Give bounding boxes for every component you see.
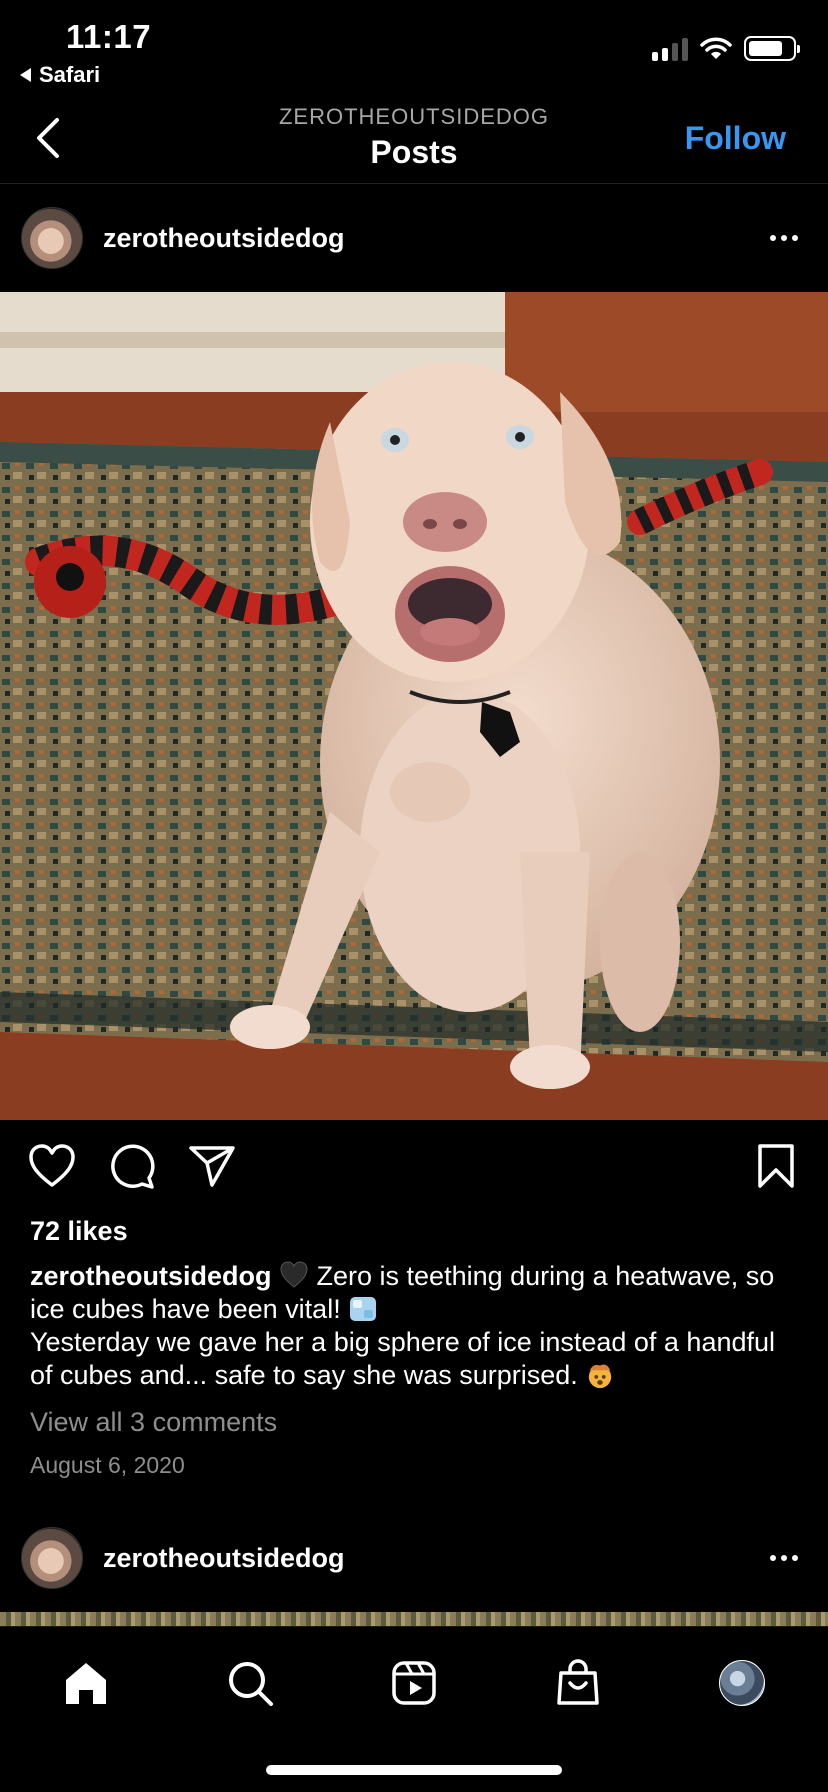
profile-icon (719, 1660, 765, 1706)
home-icon (66, 1663, 106, 1704)
avatar[interactable] (21, 1527, 83, 1589)
comment-button[interactable] (106, 1140, 158, 1192)
heart-icon (29, 1144, 75, 1187)
status-icons (652, 36, 800, 61)
status-bar: 11:17 Safari (0, 0, 828, 92)
more-options-icon[interactable] (770, 235, 798, 241)
more-options-icon[interactable] (770, 1555, 798, 1561)
back-to-safari-link[interactable]: Safari (20, 62, 100, 88)
post-date: August 6, 2020 (30, 1452, 185, 1478)
exploding-head-icon (589, 1364, 612, 1389)
avatar[interactable] (21, 207, 83, 269)
back-app-label: Safari (39, 62, 101, 87)
view-comments-link[interactable]: View all 3 comments (30, 1407, 277, 1438)
ice-cube-icon (350, 1297, 377, 1321)
post-username[interactable]: zerotheoutsidedog (103, 223, 345, 254)
tab-profile[interactable] (710, 1651, 774, 1715)
next-post-header: zerotheoutsidedog (0, 1504, 828, 1612)
home-indicator[interactable] (266, 1765, 562, 1775)
caption-text-2: Yesterday we gave her a big sphere of ic… (30, 1327, 776, 1390)
tab-search[interactable] (218, 1651, 282, 1715)
tab-shop[interactable] (546, 1651, 610, 1715)
save-button[interactable] (750, 1140, 802, 1192)
next-post-username[interactable]: zerotheoutsidedog (103, 1543, 345, 1574)
bookmark-icon (758, 1144, 794, 1188)
search-icon (229, 1662, 273, 1706)
reels-icon (392, 1661, 436, 1705)
post-header: zerotheoutsidedog (0, 184, 828, 292)
tab-home[interactable] (54, 1651, 118, 1715)
post-actions (0, 1140, 828, 1196)
share-icon (189, 1146, 235, 1187)
follow-button[interactable]: Follow (685, 120, 786, 157)
black-heart-icon (280, 1261, 308, 1288)
back-triangle-icon (20, 68, 31, 82)
likes-count[interactable]: 72 likes (30, 1216, 128, 1247)
comment-icon (111, 1144, 155, 1189)
share-button[interactable] (186, 1140, 238, 1192)
tab-reels[interactable] (382, 1651, 446, 1715)
post-photo[interactable] (0, 292, 828, 1120)
like-button[interactable] (26, 1140, 78, 1192)
post-caption: zerotheoutsidedog Zero is teething durin… (30, 1260, 805, 1392)
nav-header: ZEROTHEOUTSIDEDOG Posts Follow (0, 92, 828, 184)
signal-icon (652, 37, 688, 61)
wifi-icon (700, 37, 732, 59)
battery-icon (744, 36, 800, 61)
status-time: 11:17 (66, 18, 152, 55)
caption-username[interactable]: zerotheoutsidedog (30, 1261, 272, 1291)
shop-icon (557, 1659, 599, 1705)
